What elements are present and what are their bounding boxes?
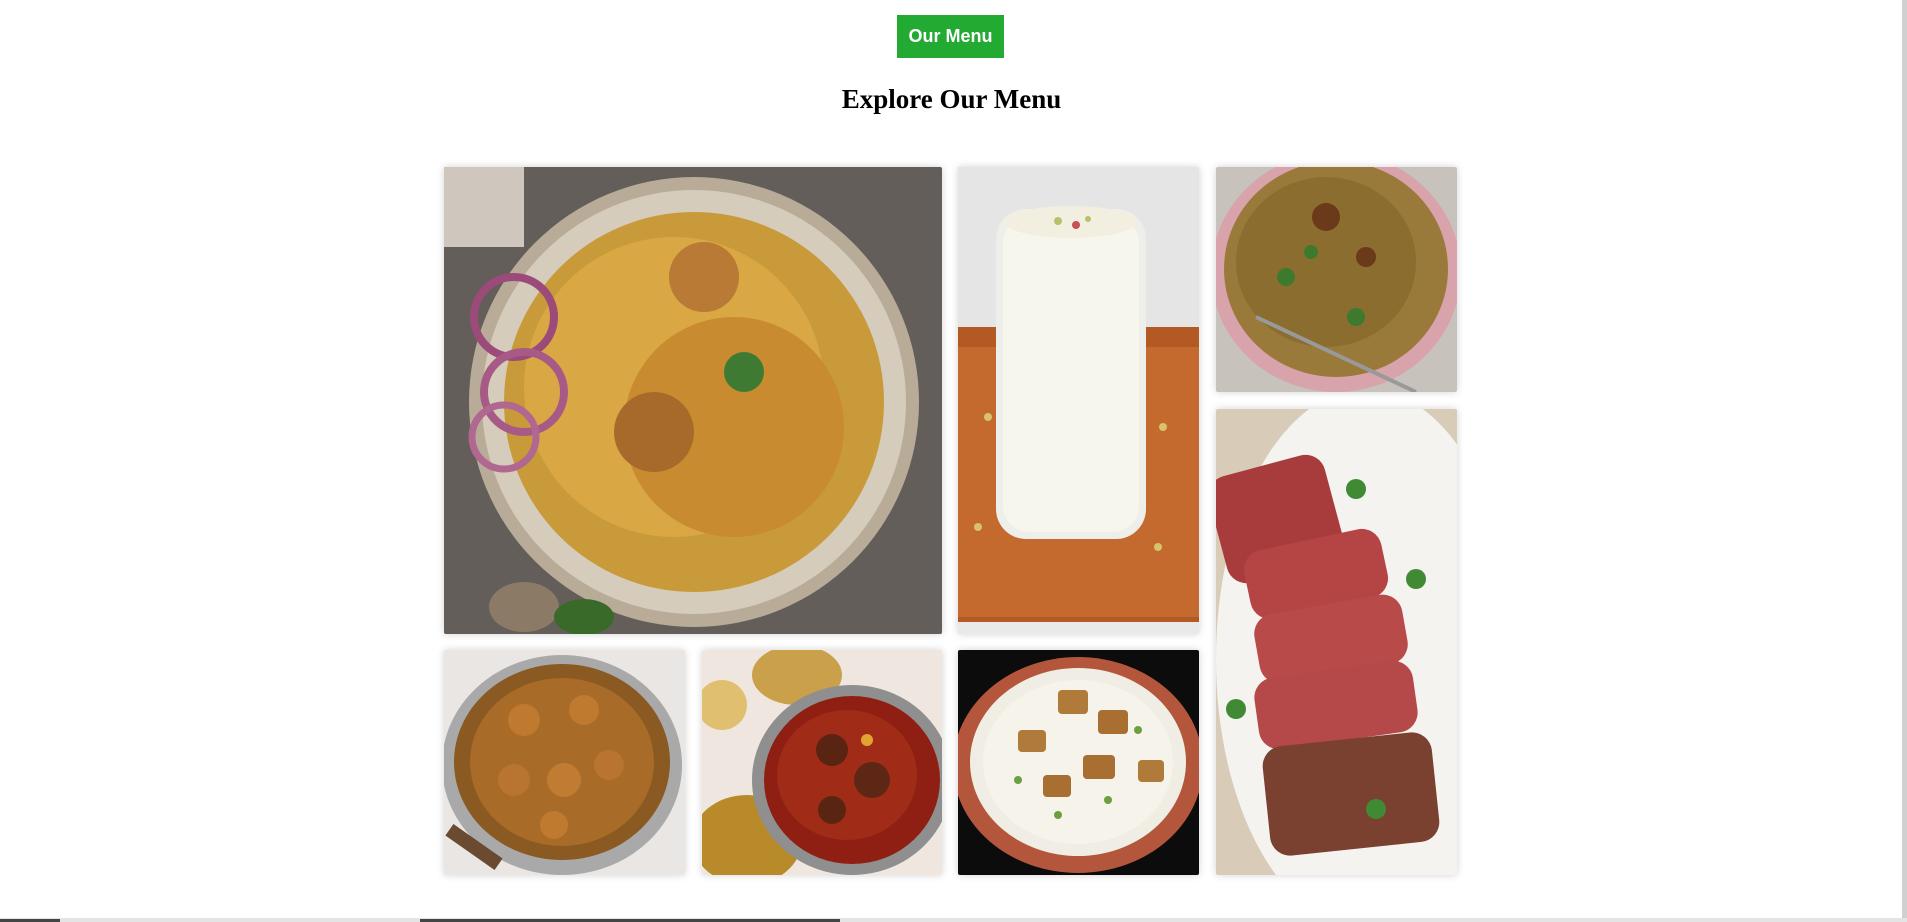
menu-image-chicken-curry[interactable] (444, 650, 685, 875)
menu-image-haleem[interactable] (1216, 167, 1457, 392)
steak-image (1216, 409, 1457, 875)
chicken-curry-image (444, 650, 685, 875)
our-menu-button[interactable]: Our Menu (897, 15, 1004, 58)
menu-image-lassi[interactable] (958, 167, 1199, 634)
mutton-curry-image (702, 650, 942, 875)
menu-image-steak[interactable] (1216, 409, 1457, 875)
vertical-scrollbar[interactable] (1902, 0, 1907, 918)
haleem-image (1216, 167, 1457, 392)
menu-image-mutton-curry[interactable] (702, 650, 942, 875)
menu-image-biryani[interactable] (444, 167, 942, 634)
lassi-image (958, 167, 1199, 634)
biryani-image (444, 167, 942, 634)
page-title: Explore Our Menu (841, 84, 1062, 114)
paneer-pulao-image (958, 650, 1199, 875)
menu-image-paneer-pulao[interactable] (958, 650, 1199, 875)
menu-page: Our Menu Explore Our Menu (0, 0, 1907, 922)
horizontal-scrollbar[interactable] (0, 918, 1907, 922)
